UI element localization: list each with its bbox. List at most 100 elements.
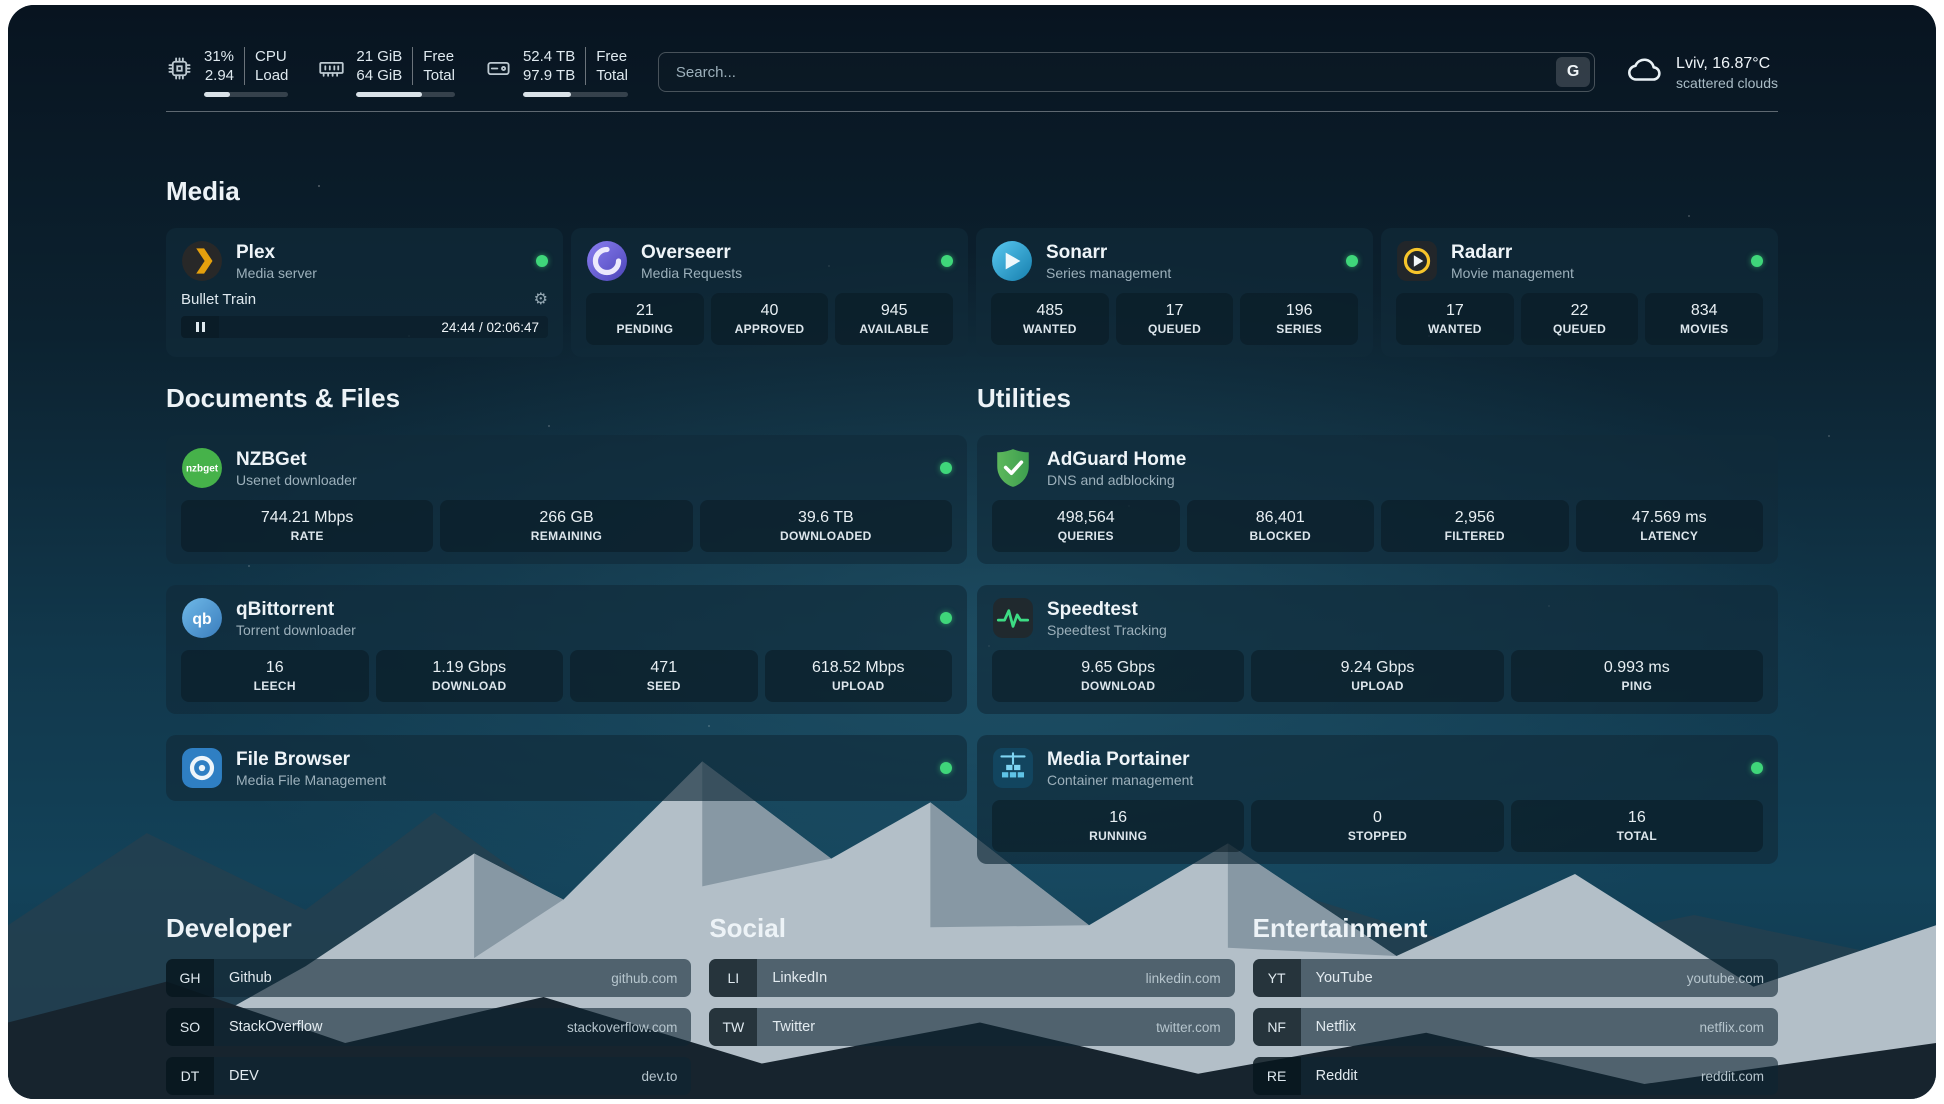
service-name: Radarr	[1451, 241, 1574, 264]
bookmark-abbr: YT	[1253, 959, 1301, 997]
status-dot	[940, 762, 952, 774]
disk-total-label: Total	[596, 66, 628, 85]
filebrowser-icon	[181, 747, 223, 789]
service-name: Speedtest	[1047, 598, 1167, 621]
cpu-load-label: Load	[255, 66, 288, 85]
memory-total-label: Total	[423, 66, 455, 85]
cloud-icon	[1625, 51, 1663, 94]
service-name: AdGuard Home	[1047, 448, 1186, 471]
bookmark-row-github[interactable]: GH Github github.com	[166, 959, 691, 997]
cpu-widget: 31% 2.94 CPU Load	[166, 47, 288, 97]
bookmark-abbr: SO	[166, 1008, 214, 1046]
header-divider	[166, 111, 1778, 112]
bookmark-url: github.com	[611, 971, 677, 986]
cpu-usage-label: CPU	[255, 47, 288, 66]
stat-total: 16 TOTAL	[1511, 800, 1763, 852]
bookmark-name: YouTube	[1316, 970, 1373, 986]
weather-widget[interactable]: Lviv, 16.87°C scattered clouds	[1625, 51, 1778, 94]
stat-available: 945 AVAILABLE	[835, 293, 953, 345]
svg-text:nzbget: nzbget	[186, 464, 219, 475]
bookmark-row-twitter[interactable]: TW Twitter twitter.com	[709, 1008, 1234, 1046]
search-bar: G	[658, 52, 1595, 92]
stat-leech: 16 LEECH	[181, 650, 369, 702]
radarr-icon	[1396, 240, 1438, 282]
status-dot	[536, 255, 548, 267]
section-title-entertainment: Entertainment	[1253, 913, 1778, 943]
service-desc: Media File Management	[236, 771, 386, 789]
bookmark-row-netflix[interactable]: NF Netflix netflix.com	[1253, 1008, 1778, 1046]
bookmark-row-stackoverflow[interactable]: SO StackOverflow stackoverflow.com	[166, 1008, 691, 1046]
bookmark-name: StackOverflow	[229, 1019, 322, 1035]
search-provider-icon[interactable]: G	[1556, 57, 1590, 87]
stat-approved: 40 APPROVED	[711, 293, 829, 345]
memory-widget: 21 GiB 64 GiB Free Total	[318, 47, 455, 97]
section-documents-files: Documents & Files nzbget NZBGet Usenet d	[166, 383, 967, 822]
service-card-speedtest[interactable]: Speedtest Speedtest Tracking 9.65 Gbps D…	[977, 585, 1778, 714]
stat-seed: 471 SEED	[570, 650, 758, 702]
service-name: Media Portainer	[1047, 748, 1193, 771]
cpu-load-value: 2.94	[205, 66, 234, 85]
bookmark-row-youtube[interactable]: YT YouTube youtube.com	[1253, 959, 1778, 997]
section-title-utilities: Utilities	[977, 383, 1778, 413]
adguard-icon	[992, 447, 1034, 489]
status-dot	[941, 255, 953, 267]
bookmark-row-dev[interactable]: DT DEV dev.to	[166, 1057, 691, 1095]
bookmark-row-reddit[interactable]: RE Reddit reddit.com	[1253, 1057, 1778, 1095]
service-card-radarr[interactable]: Radarr Movie management 17 WANTED 22 QUE…	[1381, 228, 1778, 357]
stat-download: 9.65 Gbps DOWNLOAD	[992, 650, 1244, 702]
service-card-plex[interactable]: Plex Media server Bullet Train ⚙	[166, 228, 563, 357]
service-desc: DNS and adblocking	[1047, 471, 1186, 489]
service-card-filebrowser[interactable]: File Browser Media File Management	[166, 735, 967, 801]
service-name: File Browser	[236, 748, 386, 771]
bookmark-name: Reddit	[1316, 1068, 1358, 1084]
pause-button[interactable]	[181, 316, 219, 338]
stat-stopped: 0 STOPPED	[1251, 800, 1503, 852]
bookmark-abbr: DT	[166, 1057, 214, 1095]
bookmark-url: netflix.com	[1699, 1020, 1764, 1035]
bookmark-url: dev.to	[642, 1069, 678, 1084]
bookmark-url: linkedin.com	[1146, 971, 1221, 986]
service-card-adguard[interactable]: AdGuard Home DNS and adblocking 498,564 …	[977, 435, 1778, 564]
speedtest-icon	[992, 597, 1034, 639]
bookmark-abbr: NF	[1253, 1008, 1301, 1046]
stat-blocked: 86,401 BLOCKED	[1187, 500, 1375, 552]
sonarr-icon	[991, 240, 1033, 282]
bookmark-abbr: TW	[709, 1008, 757, 1046]
stat-downloaded: 39.6 TB DOWNLOADED	[700, 500, 952, 552]
bookmark-name: LinkedIn	[772, 970, 827, 986]
service-card-sonarr[interactable]: Sonarr Series management 485 WANTED 17 Q…	[976, 228, 1373, 357]
bookmark-url: stackoverflow.com	[567, 1020, 677, 1035]
bookmark-url: youtube.com	[1687, 971, 1764, 986]
memory-free-label: Free	[423, 47, 455, 66]
portainer-icon	[992, 747, 1034, 789]
service-desc: Media Requests	[641, 264, 742, 282]
service-name: Plex	[236, 241, 317, 264]
service-desc: Torrent downloader	[236, 621, 356, 639]
section-title-developer: Developer	[166, 913, 691, 943]
bookmark-row-linkedin[interactable]: LI LinkedIn linkedin.com	[709, 959, 1234, 997]
service-name: Sonarr	[1046, 241, 1171, 264]
top-bar: 31% 2.94 CPU Load	[166, 5, 1778, 97]
status-dot	[1751, 762, 1763, 774]
cpu-icon	[166, 55, 193, 87]
service-desc: Movie management	[1451, 264, 1574, 282]
stat-running: 16 RUNNING	[992, 800, 1244, 852]
disk-widget: 52.4 TB 97.9 TB Free Total	[485, 47, 628, 97]
service-desc: Speedtest Tracking	[1047, 621, 1167, 639]
stat-ping: 0.993 ms PING	[1511, 650, 1763, 702]
service-desc: Usenet downloader	[236, 471, 357, 489]
service-name: qBittorrent	[236, 598, 356, 621]
qbittorrent-icon: qb	[181, 597, 223, 639]
weather-location-temp: Lviv, 16.87°C	[1676, 53, 1778, 74]
service-card-portainer[interactable]: Media Portainer Container management 16 …	[977, 735, 1778, 864]
service-card-overseerr[interactable]: Overseerr Media Requests 21 PENDING 40 A…	[571, 228, 968, 357]
service-card-qbittorrent[interactable]: qb qBittorrent Torrent downloader 16 LEE…	[166, 585, 967, 714]
service-card-nzbget[interactable]: nzbget NZBGet Usenet downloader 744.21 M…	[166, 435, 967, 564]
stat-remaining: 266 GB REMAINING	[440, 500, 692, 552]
memory-progress-bar	[356, 92, 455, 97]
stat-upload: 618.52 Mbps UPLOAD	[765, 650, 953, 702]
search-input[interactable]	[674, 63, 1556, 82]
gear-icon[interactable]: ⚙	[534, 292, 548, 308]
svg-text:qb: qb	[192, 611, 211, 628]
stat-upload: 9.24 Gbps UPLOAD	[1251, 650, 1503, 702]
